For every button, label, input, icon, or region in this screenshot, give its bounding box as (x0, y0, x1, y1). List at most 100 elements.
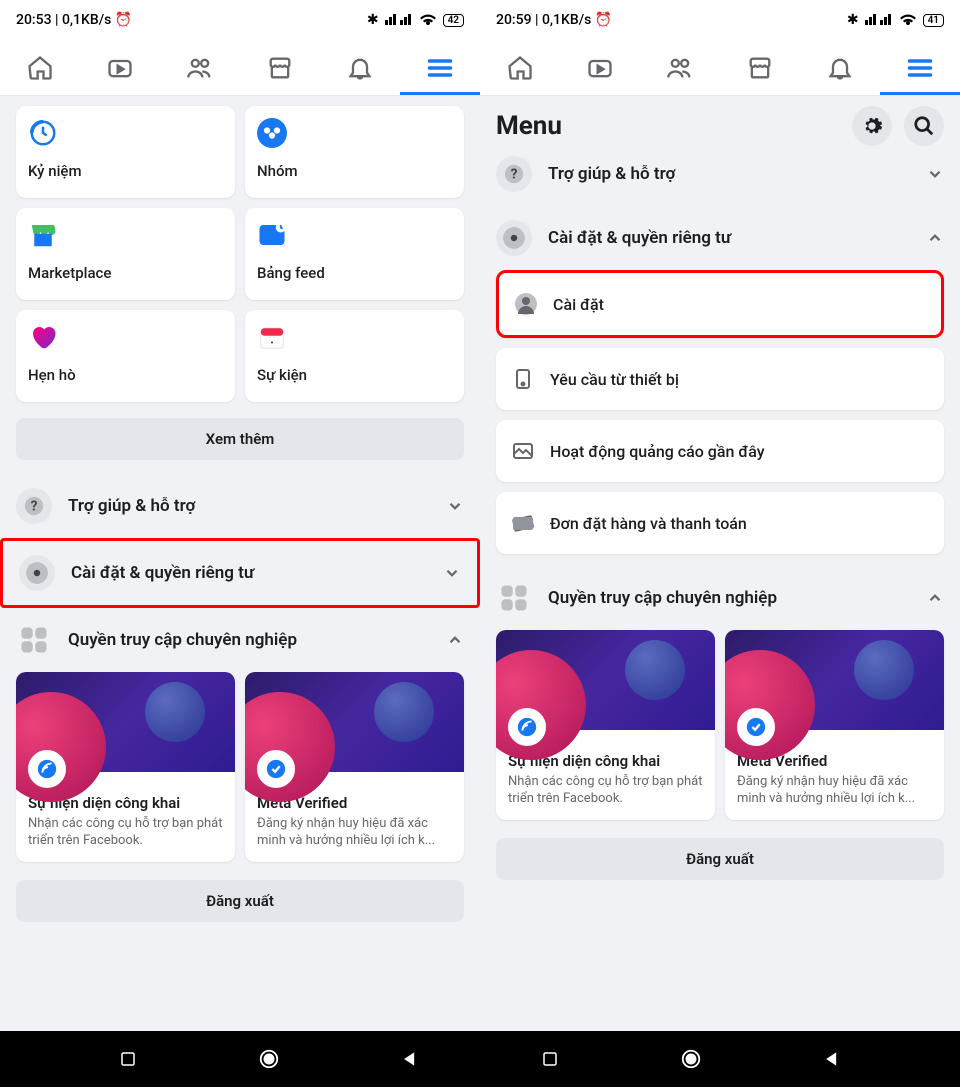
presence-badge-icon (508, 708, 546, 746)
chevron-up-icon (446, 631, 464, 649)
shortcut-label: Marketplace (28, 264, 223, 282)
device-icon (510, 366, 536, 392)
row-settings-privacy[interactable]: Cài đặt & quyền riêng tư (0, 538, 480, 608)
feed-icon (257, 220, 287, 250)
pro-card-desc: Đăng ký nhận huy hiệu đã xác minh và hưở… (737, 774, 932, 808)
settings-sub-items: Cài đặt Yêu cầu từ thiết bị Hoạt động qu… (480, 270, 960, 566)
pro-access-grid: Sự hiện diện công khai Nhận các công cụ … (480, 630, 960, 832)
pro-icon (16, 622, 52, 658)
chevron-up-icon (926, 229, 944, 247)
nav-menu[interactable] (400, 40, 480, 95)
screen-left: 20:53 | 0,1KB/s ⏰ ✱ 42 Kỷ niệm (0, 0, 480, 1031)
screen-right: 20:59 | 0,1KB/s ⏰ ✱ 41 Menu (480, 0, 960, 1031)
nav-menu[interactable] (880, 40, 960, 95)
pro-card-meta-verified[interactable]: Meta Verified Đăng ký nhận huy hiệu đã x… (245, 672, 464, 862)
row-pro-access[interactable]: Quyền truy cập chuyên nghiệp (480, 566, 960, 630)
menu-header: Menu (480, 96, 960, 152)
see-more-button[interactable]: Xem thêm (16, 418, 464, 460)
row-help[interactable]: ? Trợ giúp & hỗ trợ (480, 152, 960, 206)
row-label: Cài đặt & quyền riêng tư (548, 228, 910, 248)
row-help[interactable]: ? Trợ giúp & hỗ trợ (0, 474, 480, 538)
status-time: 20:59 | 0,1KB/s ⏰ (496, 12, 612, 28)
sub-item-label: Hoạt động quảng cáo gần đây (550, 442, 765, 461)
nav-friends[interactable] (640, 40, 720, 95)
shortcut-label: Kỷ niệm (28, 162, 223, 180)
gear-icon (19, 555, 55, 591)
nav-notifications[interactable] (320, 40, 400, 95)
shortcut-events[interactable]: Sự kiện (245, 310, 464, 402)
sub-item-device-requests[interactable]: Yêu cầu từ thiết bị (496, 348, 944, 410)
wifi-icon (419, 13, 437, 27)
store-icon (28, 220, 58, 250)
svg-text:?: ? (31, 499, 38, 515)
help-icon: ? (496, 156, 532, 192)
nav-friends[interactable] (160, 40, 240, 95)
row-label: Trợ giúp & hỗ trợ (68, 496, 430, 516)
android-recents[interactable] (115, 1046, 141, 1072)
nav-watch[interactable] (80, 40, 160, 95)
shortcut-groups[interactable]: Nhóm (245, 106, 464, 198)
nav-marketplace[interactable] (720, 40, 800, 95)
nav-notifications[interactable] (800, 40, 880, 95)
settings-gear-button[interactable] (852, 106, 892, 146)
verified-badge-icon (737, 708, 775, 746)
row-label: Quyền truy cập chuyên nghiệp (68, 630, 430, 650)
shortcut-label: Hẹn hò (28, 366, 223, 384)
sub-item-label: Yêu cầu từ thiết bị (550, 370, 679, 389)
chevron-down-icon (446, 497, 464, 515)
shortcut-label: Bảng feed (257, 264, 452, 282)
chevron-up-icon (926, 589, 944, 607)
row-label: Quyền truy cập chuyên nghiệp (548, 588, 910, 608)
top-nav (0, 40, 480, 96)
sub-item-label: Đơn đặt hàng và thanh toán (550, 514, 747, 533)
android-recents[interactable] (537, 1046, 563, 1072)
shortcut-dating[interactable]: Hẹn hò (16, 310, 235, 402)
clock-icon (28, 118, 58, 148)
status-time: 20:53 | 0,1KB/s ⏰ (16, 12, 132, 28)
help-icon: ? (16, 488, 52, 524)
battery-indicator: 42 (443, 14, 464, 27)
pro-card-meta-verified[interactable]: Meta Verified Đăng ký nhận huy hiệu đã x… (725, 630, 944, 820)
nav-watch[interactable] (560, 40, 640, 95)
logout-button[interactable]: Đăng xuất (16, 880, 464, 922)
groups-icon (257, 118, 287, 148)
logout-button[interactable]: Đăng xuất (496, 838, 944, 880)
signal-icon (865, 13, 893, 27)
android-home[interactable] (256, 1046, 282, 1072)
android-back[interactable] (397, 1046, 423, 1072)
sub-item-ad-activity[interactable]: Hoạt động quảng cáo gần đây (496, 420, 944, 482)
nav-home[interactable] (480, 40, 560, 95)
menu-title: Menu (496, 111, 562, 141)
pro-card-public-presence[interactable]: Sự hiện diện công khai Nhận các công cụ … (16, 672, 235, 862)
row-pro-access[interactable]: Quyền truy cập chuyên nghiệp (0, 608, 480, 672)
sub-item-settings[interactable]: Cài đặt (496, 270, 944, 338)
person-gear-icon (513, 291, 539, 317)
image-icon (510, 438, 536, 464)
pro-card-desc: Nhận các công cụ hỗ trợ bạn phát triển t… (28, 816, 223, 850)
chevron-down-icon (926, 165, 944, 183)
sub-item-orders-payments[interactable]: Đơn đặt hàng và thanh toán (496, 492, 944, 554)
row-label: Cài đặt & quyền riêng tư (71, 563, 427, 583)
verified-badge-icon (257, 750, 295, 788)
battery-indicator: 41 (923, 14, 944, 27)
gear-icon (496, 220, 532, 256)
sub-item-label: Cài đặt (553, 295, 604, 314)
nav-home[interactable] (0, 40, 80, 95)
pro-card-desc: Nhận các công cụ hỗ trợ bạn phát triển t… (508, 774, 703, 808)
shortcut-memories[interactable]: Kỷ niệm (16, 106, 235, 198)
status-bar: 20:53 | 0,1KB/s ⏰ ✱ 42 (0, 0, 480, 40)
card-icon (510, 510, 536, 536)
heart-icon (28, 322, 58, 352)
pro-card-public-presence[interactable]: Sự hiện diện công khai Nhận các công cụ … (496, 630, 715, 820)
shortcut-feeds[interactable]: Bảng feed (245, 208, 464, 300)
search-button[interactable] (904, 106, 944, 146)
shortcut-marketplace[interactable]: Marketplace (16, 208, 235, 300)
android-home[interactable] (678, 1046, 704, 1072)
android-back[interactable] (819, 1046, 845, 1072)
nav-marketplace[interactable] (240, 40, 320, 95)
pro-access-grid: Sự hiện diện công khai Nhận các công cụ … (0, 672, 480, 874)
svg-text:?: ? (511, 167, 518, 183)
signal-icon (385, 13, 413, 27)
row-settings-privacy[interactable]: Cài đặt & quyền riêng tư (480, 206, 960, 270)
shortcuts-grid: Kỷ niệm Nhóm Marketplace Bảng feed Hẹn h… (0, 96, 480, 412)
